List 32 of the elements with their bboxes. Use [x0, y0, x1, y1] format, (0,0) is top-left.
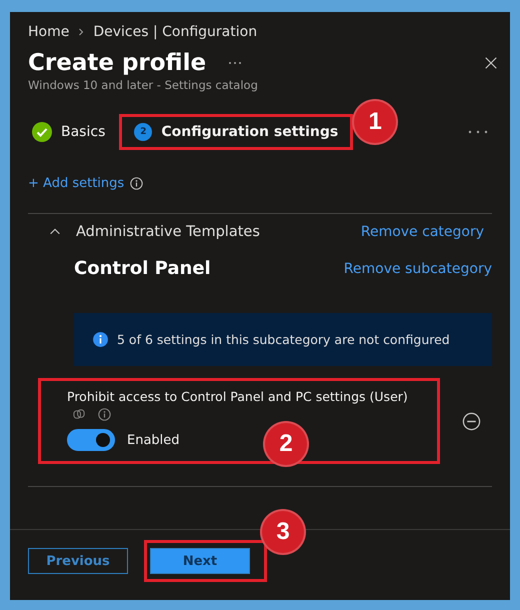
- callout-number: 2: [263, 421, 309, 467]
- add-settings-text[interactable]: + Add settings: [28, 176, 124, 191]
- chevron-right-icon: [77, 28, 86, 36]
- info-text: 5 of 6 settings in this subcategory are not configured: [117, 332, 450, 347]
- step-number: 2: [139, 126, 148, 139]
- callout-number: 3: [260, 509, 306, 555]
- breadcrumb-link[interactable]: Devices | Configuration: [93, 24, 258, 40]
- tab-label: Basics: [61, 124, 106, 140]
- toggle-label: Enabled: [127, 432, 180, 448]
- remove-subcategory-link[interactable]: Remove subcategory: [344, 260, 492, 276]
- add-settings-link[interactable]: + Add settings: [28, 176, 492, 191]
- info-icon: [130, 177, 144, 190]
- info-icon: [92, 331, 109, 348]
- callout-number: 1: [352, 99, 398, 145]
- tab-label: Configuration settings: [161, 124, 338, 140]
- previous-button[interactable]: Previous: [28, 548, 128, 574]
- breadcrumb-link[interactable]: Home: [28, 24, 70, 40]
- next-button[interactable]: Next: [150, 548, 250, 574]
- page-subtitle: Windows 10 and later - Settings catalog: [28, 78, 259, 92]
- more-icon[interactable]: [228, 61, 242, 65]
- info-icon: [98, 408, 111, 421]
- wizard-tab[interactable]: 2 Configuration settings: [122, 117, 350, 147]
- category-title: Administrative Templates: [76, 224, 260, 240]
- copy-icon: [73, 408, 86, 421]
- remove-setting-button[interactable]: [462, 412, 481, 430]
- toggle-switch[interactable]: [67, 429, 115, 451]
- subcategory-title: Control Panel: [74, 258, 211, 279]
- setting-label: Prohibit access to Control Panel and PC settings (User): [67, 389, 409, 404]
- page-title: Create profile: [28, 50, 206, 76]
- remove-category-link[interactable]: Remove category: [360, 224, 484, 240]
- wizard-tab[interactable]: Basics: [28, 116, 110, 148]
- more-icon[interactable]: [468, 130, 488, 134]
